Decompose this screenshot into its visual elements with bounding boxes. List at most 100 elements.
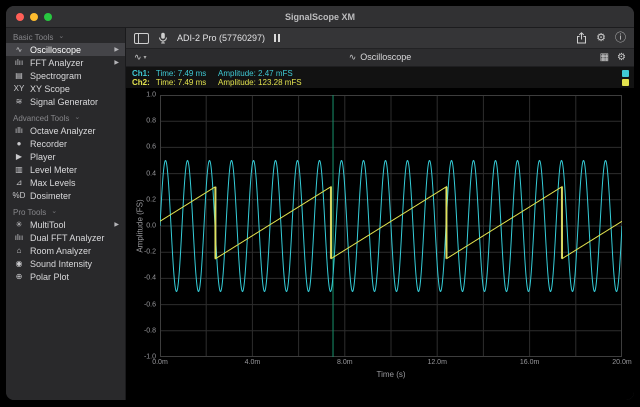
level-meter-icon: ▥ <box>12 165 26 174</box>
waveform-chart[interactable] <box>160 95 622 357</box>
view-title-text: Oscilloscope <box>360 52 411 62</box>
sidebar-item-level-meter[interactable]: ▥ Level Meter <box>6 163 125 176</box>
device-name[interactable]: ADI-2 Pro (57760297) <box>177 33 265 43</box>
display-mode-dropdown[interactable]: ∿ ▾ <box>134 52 147 63</box>
x-tick-label: 4.0m <box>245 359 261 366</box>
sound-intensity-icon: ◉ <box>12 259 26 268</box>
view-toolbar: ∿ ▾ ∿ Oscilloscope ▦ ⚙ <box>126 49 634 67</box>
oscilloscope-plot[interactable]: Amplitude (FS) Time (s) 0.0m4.0m8.0m12.0… <box>126 89 634 400</box>
disclosure-arrow-icon: ▶ <box>114 46 119 53</box>
ch2-label: Ch2: <box>132 78 150 87</box>
spectrogram-icon: ▤ <box>12 71 26 80</box>
sidebar-section-pro-tools[interactable]: Pro Tools ⌄ <box>6 206 125 218</box>
y-tick-label: 0.0 <box>128 223 156 230</box>
section-label: Basic Tools <box>13 33 53 42</box>
sidebar-item-label: Sound Intensity <box>30 259 92 269</box>
share-icon[interactable] <box>576 32 587 44</box>
sidebar-item-label: FFT Analyzer <box>30 58 83 68</box>
sidebar-item-sound-intensity[interactable]: ◉ Sound Intensity <box>6 257 125 270</box>
xy-scope-icon: XY <box>12 84 26 93</box>
sidebar-item-octave-analyzer[interactable]: ıllıOctave Analyzer <box>6 124 125 137</box>
chevron-down-icon: ⌄ <box>58 34 64 40</box>
x-axis-label: Time (s) <box>160 370 622 379</box>
y-tick-label: 0.2 <box>128 196 156 203</box>
sidebar-item-fft-analyzer[interactable]: ılıı FFT Analyzer ▶ <box>6 56 125 69</box>
disclosure-arrow-icon: ▶ <box>114 221 119 228</box>
sidebar-item-spectrogram[interactable]: ▤ Spectrogram <box>6 69 125 82</box>
sidebar-toggle-icon[interactable] <box>134 33 149 44</box>
disclosure-arrow-icon: ▶ <box>114 59 119 66</box>
ch1-legend-chip[interactable] <box>622 70 629 77</box>
octave-analyzer-icon: ıllı <box>12 126 26 135</box>
ch1-time-value: Time: 7.49 ms <box>156 69 206 78</box>
tools-sidebar: Basic Tools ⌄ ∿Oscilloscope▶ ılıı FFT Analyz… <box>6 28 126 400</box>
sidebar-item-label: Signal Generator <box>30 97 98 107</box>
fft-analyzer-icon: ılıı <box>12 58 26 67</box>
info-icon[interactable]: ⓘ <box>615 33 626 44</box>
view-title: ∿ Oscilloscope <box>126 52 634 63</box>
dual-fft-analyzer-icon: ılıı <box>12 233 26 242</box>
recorder-icon: ● <box>12 139 26 148</box>
sidebar-item-recorder[interactable]: ● Recorder <box>6 137 125 150</box>
app-window: SignalScope XM Basic Tools⌄∿Oscilloscope… <box>6 6 634 400</box>
ch1-readout: Ch1: Time: 7.49 ms Amplitude: 2.47 mFS <box>132 69 628 78</box>
section-label: Advanced Tools <box>13 114 69 123</box>
y-tick-label: 0.8 <box>128 118 156 125</box>
chevron-down-icon: ▾ <box>144 54 147 61</box>
y-tick-label: 0.6 <box>128 144 156 151</box>
waveform-icon: ∿ <box>134 52 142 63</box>
ch2-time-value: Time: 7.49 ms <box>156 78 206 87</box>
view-settings-gear-icon[interactable]: ⚙ <box>617 53 626 63</box>
channel-legend <box>622 70 629 86</box>
settings-gear-icon[interactable]: ⚙ <box>596 33 606 44</box>
sidebar-item-label: MultiTool <box>30 220 66 230</box>
oscilloscope-icon: ∿ <box>12 45 26 54</box>
meters-icon[interactable]: ▦ <box>600 53 609 63</box>
sidebar-item-max-levels[interactable]: ⊿Max Levels <box>6 176 125 189</box>
y-tick-label: 0.4 <box>128 170 156 177</box>
chevron-down-icon: ⌄ <box>74 115 80 121</box>
pause-button[interactable] <box>274 34 280 42</box>
sidebar-item-signal-generator[interactable]: ≋ Signal Generator <box>6 95 125 108</box>
sidebar-item-label: Dosimeter <box>30 191 71 201</box>
titlebar: SignalScope XM <box>6 6 634 28</box>
sidebar-item-label: Player <box>30 152 56 162</box>
x-tick-label: 20.0m <box>612 359 631 366</box>
sidebar-item-label: Spectrogram <box>30 71 82 81</box>
sidebar-item-room-analyzer[interactable]: ⌂Room Analyzer <box>6 244 125 257</box>
sidebar-item-label: Level Meter <box>30 165 77 175</box>
sidebar-item-label: Polar Plot <box>30 272 69 282</box>
sidebar-section-basic-tools[interactable]: Basic Tools ⌄ <box>6 31 125 43</box>
section-label: Pro Tools <box>13 208 46 217</box>
y-tick-label: -0.4 <box>128 275 156 282</box>
view-toolbar-right: ▦ ⚙ <box>600 53 626 63</box>
sidebar-item-oscilloscope[interactable]: ∿Oscilloscope▶ <box>6 43 125 56</box>
signal-generator-icon: ≋ <box>12 97 26 106</box>
sidebar-item-label: Room Analyzer <box>30 246 91 256</box>
sidebar-item-polar-plot[interactable]: ⊕Polar Plot <box>6 270 125 283</box>
y-tick-label: -0.6 <box>128 301 156 308</box>
ch2-amplitude-value: Amplitude: 123.28 mFS <box>218 78 302 87</box>
sidebar-item-xy-scope[interactable]: XYXY Scope <box>6 82 125 95</box>
sidebar-item-dual-fft-analyzer[interactable]: ılııDual FFT Analyzer <box>6 231 125 244</box>
ch2-legend-chip[interactable] <box>622 79 629 86</box>
main-panel: ADI-2 Pro (57760297) ⚙ ⓘ ∿ ▾ ∿ Oscillosco… <box>126 28 634 400</box>
input-source-mic-icon[interactable] <box>158 32 168 44</box>
x-tick-label: 12.0m <box>427 359 446 366</box>
y-tick-label: -0.2 <box>128 249 156 256</box>
y-tick-label: -0.8 <box>128 327 156 334</box>
dosimeter-icon: %D <box>12 191 26 200</box>
sidebar-item-label: Recorder <box>30 139 67 149</box>
ch1-amplitude-value: Amplitude: 2.47 mFS <box>218 69 293 78</box>
max-levels-icon: ⊿ <box>12 178 26 187</box>
player-icon: ▶ <box>12 152 26 161</box>
sidebar-item-dosimeter[interactable]: %D Dosimeter <box>6 189 125 202</box>
x-tick-label: 16.0m <box>520 359 539 366</box>
chevron-down-icon: ⌄ <box>51 209 57 215</box>
sidebar-item-multitool[interactable]: ✳MultiTool▶ <box>6 218 125 231</box>
sidebar-section-advanced-tools[interactable]: Advanced Tools ⌄ <box>6 112 125 124</box>
cursor-readout: Ch1: Time: 7.49 ms Amplitude: 2.47 mFS C… <box>126 67 634 89</box>
x-tick-label: 8.0m <box>337 359 353 366</box>
window-content: Basic Tools⌄∿Oscilloscope▶ılııFFT Analyz… <box>6 28 634 400</box>
sidebar-item-player[interactable]: ▶ Player <box>6 150 125 163</box>
